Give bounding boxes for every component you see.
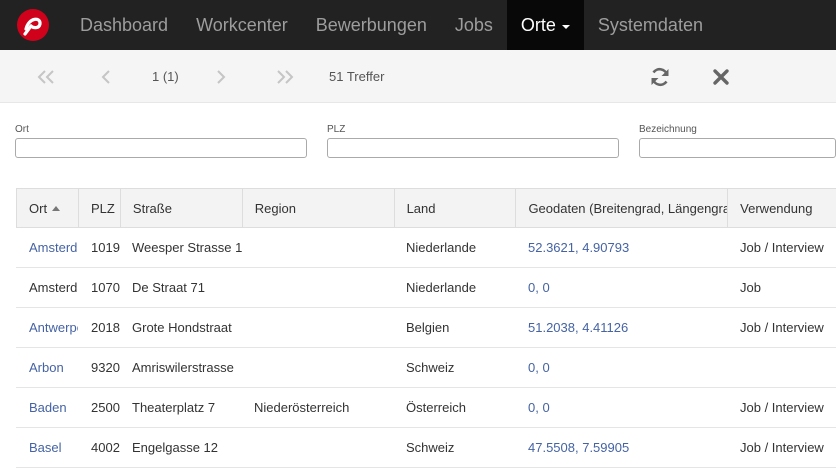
filter-bezeichnung-label: Bezeichnung [639,124,697,135]
cell-ort: Amsterdam [29,280,78,295]
filter-bezeichnung: Bezeichnung [639,124,836,158]
cell-geodaten[interactable]: 47.5508, 7.59905 [516,428,728,467]
close-icon[interactable] [708,64,734,90]
column-header-geodaten[interactable]: Geodaten (Breitengrad, Längengrad) [516,189,729,228]
table-body: Amsterdam 1019 Weesper Strasse 1 Niederland… [16,228,836,468]
cell-geodaten[interactable]: 0, 0 [516,388,728,427]
table-row[interactable]: Basel 4002 Engelgasse 12 Schweiz 47.5508, 7.… [16,428,836,468]
hits-count: 51 Treffer [329,69,385,84]
caret-down-icon [561,24,570,29]
cell-region: Niederösterreich [254,400,350,415]
cell-plz: 2018 [91,320,120,335]
cell-verwendung: Job / Interview [740,320,824,335]
table-header: Ort PLZ Straße Region Land Geodaten (Bre… [16,188,836,228]
column-header-ort-label: Ort [29,201,48,216]
nav-orte-dropdown[interactable]: Orte [506,0,584,50]
cell-ort[interactable]: Arbon [16,348,78,387]
cell-plz: 2500 [91,400,120,415]
cell-region [242,428,394,467]
sort-asc-icon [52,206,61,211]
first-page-icon[interactable] [37,50,55,103]
pager-toolbar: 1 (1) 51 Treffer [0,50,836,103]
table-row[interactable]: Arbon 9320 Amriswilerstrasse Schweiz 0, 0 [16,348,836,388]
table-row[interactable]: Baden 2500 Theaterplatz 7 Niederösterreich Ö… [16,388,836,428]
cell-land: Österreich [406,400,466,415]
cell-land: Schweiz [406,440,455,455]
nav-jobs-label: Jobs [454,14,493,35]
filter-ort-label: Ort [15,124,29,135]
column-header-ort[interactable]: Ort [17,189,79,228]
filter-plz-label: PLZ [327,124,346,135]
prev-page-icon[interactable] [101,50,111,103]
cell-geodaten[interactable]: 0, 0 [516,348,728,387]
cell-strasse: Weesper Strasse 1 [132,240,242,255]
cell-verwendung: Job / Interview [740,440,824,455]
cell-strasse: Grote Hondstraat [132,320,232,335]
column-header-verwendung[interactable]: Verwendung [728,189,836,228]
cell-ort[interactable]: Amsterdam [16,228,78,267]
cell-ort[interactable]: Basel [16,428,78,467]
last-page-icon[interactable] [276,50,294,103]
nav-systemdaten[interactable]: Systemdaten [584,0,717,50]
cell-plz: 4002 [91,440,120,455]
cell-strasse: De Straat 71 [132,280,205,295]
cell-verwendung: Job [740,280,761,295]
nav-orte-label: Orte [520,14,556,35]
cell-plz: 1019 [91,240,120,255]
cell-ort[interactable]: Antwerpen [16,308,78,347]
cell-strasse: Amriswilerstrasse [132,360,234,375]
logo-icon[interactable] [0,0,66,50]
nav-bewerbungen-label: Bewerbungen [315,14,427,35]
cell-strasse: Engelgasse 12 [132,440,219,455]
column-header-plz-label: PLZ [90,201,115,216]
nav-bewerbungen[interactable]: Bewerbungen [302,0,441,50]
cell-land: Niederlande [406,280,477,295]
cell-region [242,228,394,267]
table-row[interactable]: Amsterdam 1070 De Straat 71 Niederlande 0, 0… [16,268,836,308]
column-header-verwendung-label: Verwendung [740,201,813,216]
column-header-region-label: Region [254,201,296,216]
cell-geodaten[interactable]: 51.2038, 4.41126 [516,308,728,347]
cell-ort[interactable]: Baden [16,388,78,427]
cell-land: Niederlande [406,240,477,255]
cell-strasse: Theaterplatz 7 [132,400,216,415]
cell-geodaten[interactable]: 0, 0 [516,268,728,307]
filter-bezeichnung-input[interactable] [639,138,836,158]
nav-workcenter[interactable]: Workcenter [182,0,302,50]
column-header-plz[interactable]: PLZ [79,189,121,228]
nav-dashboard-label: Dashboard [80,14,169,35]
column-header-region[interactable]: Region [243,189,395,228]
column-header-strasse[interactable]: Straße [121,189,243,228]
cell-verwendung: Job / Interview [740,400,824,415]
orte-table: Ort PLZ Straße Region Land Geodaten (Bre… [16,188,836,468]
column-header-geodaten-label: Geodaten (Breitengrad, Längengrad) [528,201,729,216]
page-indicator: 1 (1) [152,69,179,84]
filter-plz: PLZ [327,124,619,158]
nav-jobs[interactable]: Jobs [441,0,507,50]
cell-geodaten[interactable]: 52.3621, 4.90793 [516,228,728,267]
cell-land: Belgien [406,320,450,335]
nav-dashboard[interactable]: Dashboard [66,0,182,50]
filter-ort-input[interactable] [15,138,307,158]
nav-systemdaten-label: Systemdaten [597,14,703,35]
cell-plz: 1070 [91,280,120,295]
table-row[interactable]: Antwerpen 2018 Grote Hondstraat Belgien 51.2… [16,308,836,348]
filter-plz-input[interactable] [327,138,619,158]
cell-region [242,348,394,387]
cell-plz: 9320 [91,360,120,375]
cell-region [242,268,394,307]
filter-ort: Ort [15,124,307,158]
column-header-land[interactable]: Land [395,189,517,228]
column-header-strasse-label: Straße [132,201,172,216]
cell-region [242,308,394,347]
next-page-icon[interactable] [216,50,226,103]
column-header-land-label: Land [406,201,436,216]
table-row[interactable]: Amsterdam 1019 Weesper Strasse 1 Niederland… [16,228,836,268]
cell-verwendung [728,348,836,387]
cell-verwendung: Job / Interview [740,240,824,255]
top-navbar: Dashboard Workcenter Bewerbungen Jobs Or… [0,0,836,50]
refresh-icon[interactable] [647,64,673,90]
nav-workcenter-label: Workcenter [196,14,288,35]
cell-land: Schweiz [406,360,455,375]
